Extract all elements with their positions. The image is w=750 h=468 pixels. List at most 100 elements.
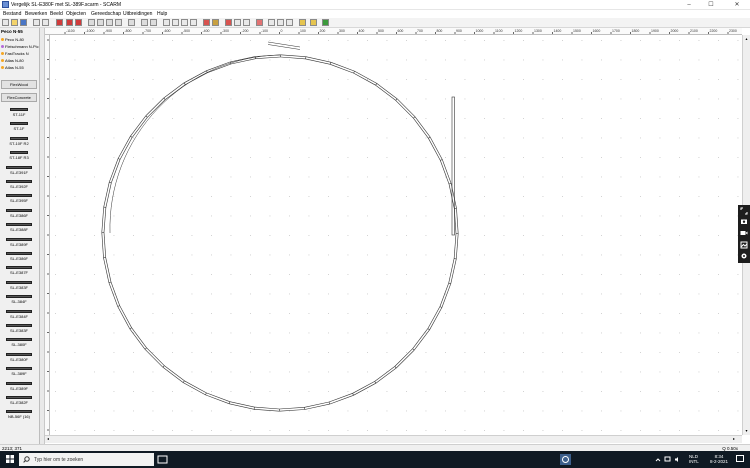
- library-item[interactable]: Atlas N-55: [1, 65, 24, 70]
- track-segment[interactable]: [183, 382, 206, 396]
- track-segment[interactable]: [354, 70, 377, 84]
- track-piece-item[interactable]: SL-E380F: [3, 352, 35, 362]
- track-segment[interactable]: [119, 137, 133, 160]
- library-item[interactable]: FastTracks N: [1, 51, 29, 56]
- track-segment[interactable]: [117, 306, 131, 330]
- track-segment[interactable]: [428, 138, 441, 161]
- track-segment[interactable]: [414, 116, 431, 138]
- track-piece-item[interactable]: SL-E386F: [3, 208, 35, 218]
- print-preview-icon[interactable]: [42, 19, 49, 26]
- track-segment[interactable]: [144, 349, 164, 368]
- track-segment[interactable]: [131, 117, 148, 138]
- track-segment[interactable]: [328, 393, 353, 403]
- notifications-icon[interactable]: [736, 455, 744, 463]
- track-segment[interactable]: [117, 136, 131, 159]
- track-segment[interactable]: [230, 56, 256, 63]
- track-segment[interactable]: [304, 403, 330, 410]
- track-segment[interactable]: [105, 182, 112, 208]
- track-segment[interactable]: [429, 307, 443, 330]
- track-segment[interactable]: [267, 41, 301, 50]
- track-segment[interactable]: [414, 329, 430, 351]
- track-segment[interactable]: [101, 207, 104, 233]
- track-layout[interactable]: [101, 41, 459, 412]
- track-segment[interactable]: [413, 118, 429, 139]
- track-piece-item[interactable]: ST-18F R3: [3, 151, 35, 160]
- track-segment[interactable]: [103, 182, 110, 208]
- track-segment[interactable]: [111, 159, 121, 184]
- elevation-icon[interactable]: [212, 19, 219, 26]
- car-icon[interactable]: [277, 19, 284, 26]
- horizontal-scrollbar[interactable]: ◂ ▸: [45, 435, 742, 443]
- measure-icon[interactable]: [225, 19, 232, 26]
- track-segment[interactable]: [375, 367, 397, 384]
- paste-icon[interactable]: [106, 19, 113, 26]
- open-folder-icon[interactable]: [11, 19, 18, 26]
- track-segment[interactable]: [254, 406, 280, 410]
- track-segment[interactable]: [129, 328, 146, 350]
- track-segment[interactable]: [396, 98, 416, 117]
- track-piece-item[interactable]: ST-11F: [3, 108, 35, 117]
- camera-icon[interactable]: [740, 217, 748, 225]
- menu-bestand[interactable]: Bestand: [3, 11, 21, 17]
- track-segment[interactable]: [105, 257, 112, 283]
- flex-concrete-button[interactable]: FlexConcrete: [1, 93, 37, 102]
- track-segment[interactable]: [131, 327, 147, 348]
- track-piece-item[interactable]: SL-E389F: [3, 237, 35, 247]
- track-piece-item[interactable]: ST-1F: [3, 122, 35, 131]
- track-segment[interactable]: [103, 207, 107, 233]
- track-segment[interactable]: [353, 382, 377, 396]
- track-segment[interactable]: [103, 257, 110, 283]
- track-segment[interactable]: [375, 84, 396, 101]
- track-piece-item[interactable]: SL-E383F: [3, 280, 35, 290]
- menu-objecten[interactable]: Objecten: [66, 11, 86, 17]
- track-piece-item[interactable]: SL-E387F: [3, 266, 35, 275]
- align-icon[interactable]: [243, 19, 250, 26]
- scroll-up-arrow[interactable]: ▴: [744, 36, 749, 41]
- track-segment[interactable]: [279, 409, 305, 412]
- train-icon[interactable]: [268, 19, 275, 26]
- track-segment[interactable]: [412, 328, 429, 349]
- track-segment[interactable]: [450, 258, 457, 284]
- track-segment[interactable]: [456, 233, 459, 259]
- track-segment[interactable]: [448, 258, 455, 284]
- library-item[interactable]: Atlas N-80: [1, 58, 24, 63]
- track-segment[interactable]: [206, 392, 231, 402]
- track-segment[interactable]: [439, 282, 449, 307]
- menu-hulp[interactable]: Hulp: [157, 11, 167, 17]
- track-piece-item[interactable]: SL-E382F: [3, 396, 35, 405]
- track-segment[interactable]: [374, 366, 395, 382]
- menu-gereedschap[interactable]: Gereedschap: [91, 11, 121, 17]
- track-segment[interactable]: [229, 401, 255, 408]
- close-button[interactable]: ✕: [728, 0, 746, 10]
- track-piece-item[interactable]: NB-56F (16): [3, 410, 35, 419]
- select-all-icon[interactable]: [128, 19, 135, 26]
- track-segment[interactable]: [108, 282, 118, 307]
- rewind-icon[interactable]: [66, 19, 73, 26]
- new-file-icon[interactable]: [2, 19, 9, 26]
- video-icon[interactable]: [740, 229, 748, 237]
- track-segment[interactable]: [147, 99, 166, 118]
- track-segment[interactable]: [183, 70, 207, 84]
- track-segment[interactable]: [207, 63, 232, 73]
- track-segment[interactable]: [456, 208, 459, 234]
- walk-icon[interactable]: [310, 19, 317, 26]
- scroll-right-arrow[interactable]: ▸: [733, 436, 739, 442]
- track-segment[interactable]: [427, 306, 441, 329]
- track-segment[interactable]: [304, 401, 330, 408]
- library-item[interactable]: Fleischmann N-Pic: [1, 44, 39, 49]
- track-segment[interactable]: [254, 409, 280, 412]
- maximize-button[interactable]: ☐: [702, 0, 720, 10]
- menu-beeld[interactable]: Beeld: [50, 11, 63, 17]
- track-segment[interactable]: [329, 64, 354, 74]
- track-segment[interactable]: [206, 61, 231, 71]
- clock[interactable]: 8:34 8-2-2021: [708, 454, 730, 464]
- flex-wood-button[interactable]: FlexWood: [1, 80, 37, 89]
- flag-icon[interactable]: [256, 19, 263, 26]
- menu-uitbreidingen[interactable]: Uitbreidingen: [123, 11, 152, 17]
- track-segment[interactable]: [255, 56, 281, 59]
- 3d-view-icon[interactable]: [299, 19, 306, 26]
- redo-icon[interactable]: [150, 19, 157, 26]
- track-segment[interactable]: [395, 100, 414, 119]
- track-segment[interactable]: [352, 381, 375, 394]
- track-piece-item[interactable]: SL-E392F: [3, 180, 35, 189]
